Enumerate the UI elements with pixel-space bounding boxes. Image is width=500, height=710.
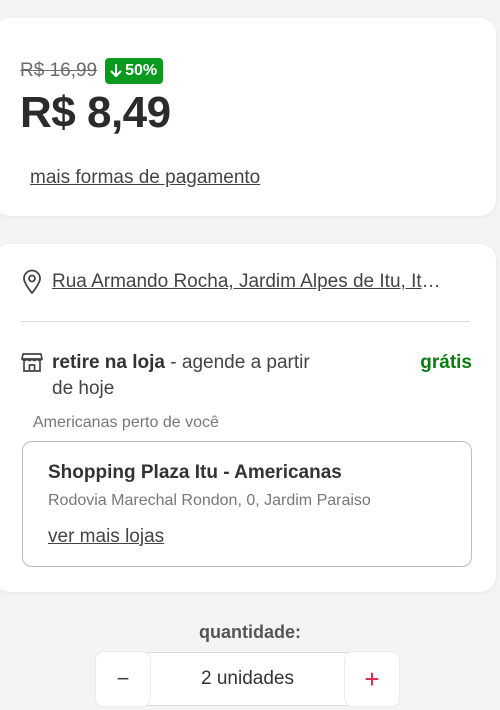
decrease-quantity-button[interactable]: − xyxy=(96,652,150,706)
pickup-price: grátis xyxy=(420,352,472,373)
quantity-stepper: − 2 unidades + xyxy=(95,652,400,706)
delivery-card: Rua Armando Rocha, Jardim Alpes de Itu, … xyxy=(0,244,496,592)
location-pin-icon xyxy=(23,269,41,294)
address-row[interactable]: Rua Armando Rocha, Jardim Alpes de Itu, … xyxy=(22,269,442,295)
discount-badge: 50% xyxy=(105,58,164,84)
store-icon xyxy=(21,353,43,372)
quantity-value: 2 unidades xyxy=(201,668,294,689)
old-price: R$ 16,99 xyxy=(20,60,98,81)
quantity-label: quantidade: xyxy=(199,622,301,642)
increase-quantity-button[interactable]: + xyxy=(345,652,399,706)
old-price-row: R$ 16,99 50% xyxy=(20,58,164,84)
pickup-description: retire na loja - agende a partir de hoje xyxy=(52,350,332,402)
delivery-address-link[interactable]: Rua Armando Rocha, Jardim Alpes de Itu, … xyxy=(52,271,442,293)
plus-icon: + xyxy=(364,663,380,694)
store-name: Shopping Plaza Itu - Americanas xyxy=(48,462,342,483)
store-address: Rodovia Marechal Rondon, 0, Jardim Parai… xyxy=(48,492,371,509)
discount-value: 50% xyxy=(125,62,158,79)
arrow-down-icon xyxy=(110,64,122,77)
store-card[interactable]: Shopping Plaza Itu - Americanas Rodovia … xyxy=(22,441,472,567)
divider xyxy=(20,321,470,322)
minus-icon: − xyxy=(116,666,130,691)
payment-options-link[interactable]: mais formas de pagamento xyxy=(30,167,260,189)
pickup-title: retire na loja xyxy=(52,352,165,373)
more-stores-link[interactable]: ver mais lojas xyxy=(48,526,164,548)
price-card: R$ 16,99 50% R$ 8,49 mais formas de paga… xyxy=(0,18,496,216)
current-price: R$ 8,49 xyxy=(20,88,171,137)
nearby-stores-label: Americanas perto de você xyxy=(33,414,219,431)
